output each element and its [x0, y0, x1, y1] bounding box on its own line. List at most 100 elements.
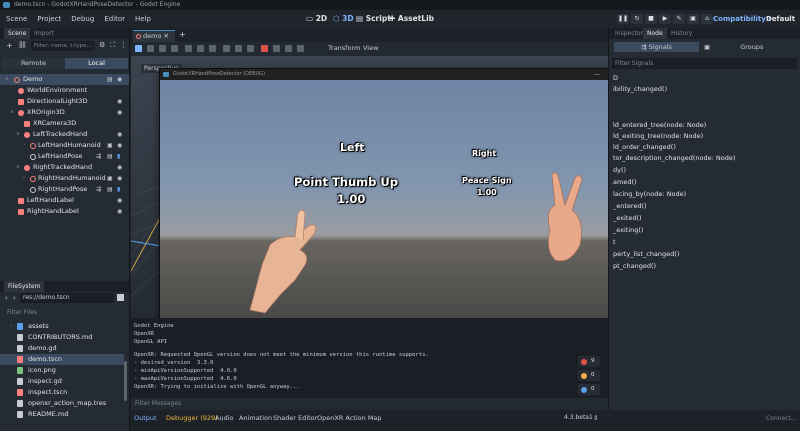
tree-node-lefttrackedhand[interactable]: ∨ LeftTrackedHand ◉ [0, 129, 129, 140]
file-item[interactable]: inspect.tscn [0, 387, 124, 398]
add-tab-icon[interactable]: + [179, 30, 186, 39]
menu-editor[interactable]: Editor [104, 10, 125, 28]
tab-node[interactable]: Node [643, 28, 667, 39]
scale-tool-icon[interactable] [171, 45, 178, 52]
minimize-icon[interactable]: — [594, 69, 600, 80]
tab-scene[interactable]: Scene [4, 28, 31, 39]
output-console[interactable]: Godot Engine OpenXR OpenGL API OpenXR: R… [131, 318, 608, 398]
link-icon[interactable]: ⛓ [18, 41, 27, 49]
more-icon[interactable]: ⋮ [120, 41, 127, 49]
filesystem-path-input[interactable]: res://demo.tscn [20, 293, 114, 303]
tree-node-righttrackedhand[interactable]: ∨ RightTrackedHand ◉ [0, 162, 129, 173]
tree-node-xrcamera3d[interactable]: XRCamera3D [0, 118, 129, 129]
tab-filesystem[interactable]: FileSystem [4, 281, 45, 292]
local-toggle[interactable]: Local [65, 58, 128, 69]
signal-item[interactable]: ld_order_changed() [613, 142, 676, 153]
tree-node-righthandhumanoid[interactable]: › RightHandHumanoid ▣ ◉ [0, 173, 129, 184]
remote-debug-icon[interactable]: ⌂ [701, 14, 713, 24]
renderer-compatibility-select[interactable]: Compatibility ▾ [713, 10, 772, 28]
tab-output[interactable]: Output [134, 414, 157, 422]
workspace-2d-button[interactable]: ▭ 2D [306, 10, 327, 28]
signal-item[interactable]: _exited() [613, 213, 642, 224]
movie-icon[interactable]: ▣ [687, 14, 699, 24]
file-item[interactable]: icon.png [0, 365, 124, 376]
menu-debug[interactable]: Debug [71, 10, 94, 28]
filter-signals-input[interactable]: Filter Signals [612, 58, 797, 69]
tree-node-lefthandpose[interactable]: LeftHandPose ⇶ ▤ ▮ [0, 151, 129, 162]
ruler-icon[interactable] [223, 45, 230, 52]
file-item[interactable]: README.md [0, 409, 124, 420]
signal-item[interactable]: perty_list_changed() [613, 249, 679, 260]
snap-icon[interactable] [247, 45, 254, 52]
signal-item[interactable]: dy() [613, 165, 626, 176]
play-custom-icon[interactable]: ✎ [673, 14, 685, 24]
tree-node-directionallight3d[interactable]: DirectionalLight3D ◉ [0, 96, 129, 107]
tab-shader-editor[interactable]: Shader Editor [273, 414, 317, 422]
split-view-icon[interactable] [117, 294, 124, 301]
signal-item[interactable]: ibility_changed() [613, 84, 667, 95]
groups-tab[interactable]: ▣ Groups [704, 42, 794, 52]
tab-demo[interactable]: demo ✕ [133, 30, 175, 42]
move-tool-icon[interactable] [147, 45, 154, 52]
remote-toggle[interactable]: Remote [2, 58, 65, 69]
message-filter-button[interactable]: 0 [578, 384, 600, 395]
filter-options-icon[interactable]: ⚙ [99, 41, 105, 49]
play-scene-icon[interactable]: ▶ [659, 14, 671, 24]
error-filter-button[interactable]: 9 [578, 356, 600, 367]
tab-import[interactable]: Import [30, 28, 58, 39]
signal-item[interactable]: t [613, 237, 616, 248]
tree-node-lefthandlabel[interactable]: LeftHandLabel ◉ [0, 195, 129, 206]
sun-preview-icon[interactable] [261, 45, 268, 52]
signal-item[interactable]: pt_changed() [613, 261, 656, 272]
signals-tab[interactable]: ⇶ Signals [614, 42, 699, 52]
file-item[interactable]: CONTRIBUTORS.md [0, 332, 124, 343]
local-space-icon[interactable] [235, 45, 242, 52]
signal-item[interactable]: _entered() [613, 201, 647, 212]
warning-filter-button[interactable]: 0 [578, 370, 600, 381]
tab-inspector[interactable]: Inspector [611, 28, 647, 39]
workspace-3d-button[interactable]: ⬡ 3D [333, 10, 354, 28]
signal-item[interactable]: lacing_by(node: Node) [613, 189, 686, 200]
file-item[interactable]: openxr_action_map.tres [0, 398, 124, 409]
play-icon[interactable]: ↻ [631, 14, 643, 24]
signal-item[interactable]: amed() [613, 177, 637, 188]
signal-item[interactable]: ld_entered_tree(node: Node) [613, 120, 706, 131]
transform-menu[interactable]: Transform [328, 44, 360, 52]
select-tool-icon[interactable] [135, 45, 142, 52]
group-icon[interactable] [209, 45, 216, 52]
signal-item[interactable]: _exiting() [613, 225, 643, 236]
menu-scene[interactable]: Scene [6, 10, 27, 28]
viewport-settings-icon[interactable] [297, 45, 304, 52]
tab-history[interactable]: History [667, 28, 696, 39]
gizmo-icon[interactable] [285, 45, 292, 52]
forward-arrow-icon[interactable]: › [13, 294, 16, 302]
tree-node-righthandlabel[interactable]: RightHandLabel ◉ [0, 206, 129, 217]
workspace-assetlib-button[interactable]: ✚ AssetLib [389, 10, 434, 28]
tree-node-righthandpose[interactable]: RightHandPose ⇶ ▤ ▮ [0, 184, 129, 195]
file-item[interactable]: demo.gd [0, 343, 124, 354]
add-node-icon[interactable]: + [6, 41, 13, 50]
menu-help[interactable]: Help [135, 10, 151, 28]
tree-node-worldenvironment[interactable]: WorldEnvironment [0, 85, 129, 96]
environment-preview-icon[interactable] [273, 45, 280, 52]
signal-item[interactable]: tor_description_changed(node: Node) [613, 153, 735, 164]
tab-animation[interactable]: Animation [239, 414, 272, 422]
instance-scene-icon[interactable]: ⛶ [110, 41, 115, 50]
view-menu[interactable]: View [363, 44, 378, 52]
scene-filter-input[interactable]: Filter: name, t:type,... [31, 41, 95, 51]
tab-audio[interactable]: Audio [215, 414, 233, 422]
tab-debugger[interactable]: Debugger (929) [166, 414, 218, 422]
lock-icon[interactable] [197, 45, 204, 52]
filesystem-scrollbar[interactable] [124, 361, 127, 401]
tab-openxr-action-map[interactable]: OpenXR Action Map [317, 414, 382, 422]
file-item[interactable]: › assets [0, 321, 124, 332]
menu-project[interactable]: Project [37, 10, 61, 28]
signal-item[interactable]: D [613, 73, 618, 84]
workspace-script-button[interactable]: ▤ Script [356, 10, 391, 28]
filesystem-filter-input[interactable]: Filter Files [3, 307, 123, 318]
stop-icon[interactable]: ■ [645, 14, 657, 24]
game-scene[interactable]: Left Point Thumb Up 1.00 Right Peace Sig… [160, 80, 639, 348]
tree-node-lefthandhumanoid[interactable]: › LeftHandHumanoid ▣ ◉ [0, 140, 129, 151]
panel-toggle-icon[interactable]: ⇕ [593, 414, 598, 422]
rotate-tool-icon[interactable] [159, 45, 166, 52]
